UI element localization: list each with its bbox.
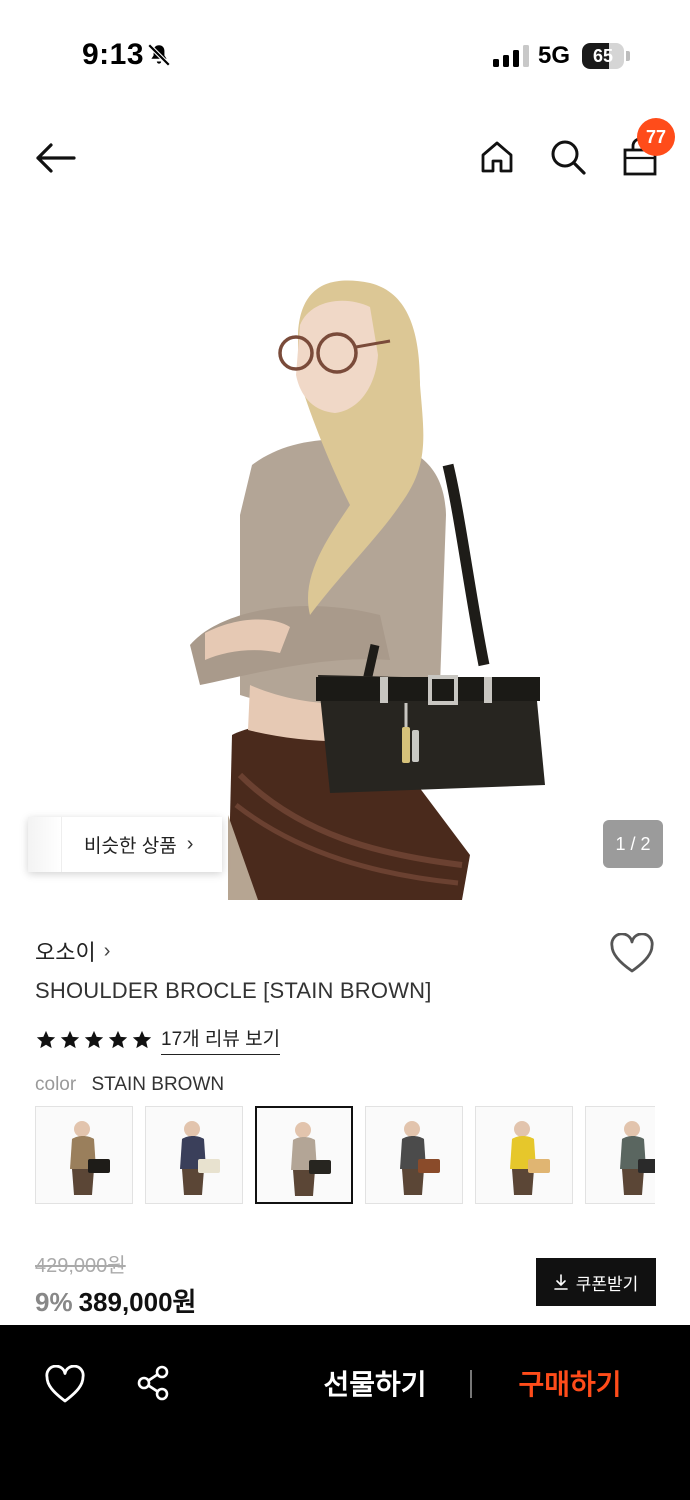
search-icon [551, 140, 586, 175]
product-image[interactable] [0, 215, 690, 900]
color-swatches [35, 1106, 655, 1204]
search-button[interactable] [545, 134, 591, 180]
battery-level: 65 [592, 46, 614, 66]
swatch-thumbnail [180, 1121, 220, 1195]
brand-link[interactable]: 오소이 › [35, 935, 110, 967]
final-price: 389,000원 [78, 1287, 197, 1317]
share-icon [137, 1365, 169, 1401]
top-nav [0, 110, 690, 210]
star-icon [84, 1030, 104, 1048]
similar-products-label: 비슷한 상품 [84, 836, 177, 857]
product-title: SHOULDER BROCLE [STAIN BROWN] [35, 978, 432, 1003]
color-swatch[interactable] [585, 1106, 655, 1204]
product-photo [190, 280, 545, 900]
divider [470, 1370, 472, 1398]
cart-count-badge: 77 [637, 118, 675, 156]
gift-button[interactable]: 선물하기 [305, 1361, 445, 1409]
color-swatch[interactable] [475, 1106, 573, 1204]
heart-icon [45, 1364, 85, 1403]
like-button[interactable] [44, 1364, 86, 1405]
discount-rate: 9% [35, 1287, 73, 1317]
image-page-indicator: 1 / 2 [603, 820, 663, 868]
share-button[interactable] [134, 1363, 174, 1403]
home-button[interactable] [474, 134, 520, 180]
color-swatch[interactable] [35, 1106, 133, 1204]
back-button[interactable] [28, 135, 82, 181]
color-swatch[interactable] [145, 1106, 243, 1204]
brand-name: 오소이 [35, 940, 96, 965]
star-icon [36, 1030, 56, 1048]
swatch-thumbnail [510, 1121, 550, 1195]
color-value: STAIN BROWN [91, 1074, 225, 1095]
heart-icon [610, 932, 654, 973]
similar-products-thumb [28, 817, 62, 872]
price-row: 9% 389,000원 [35, 1282, 196, 1319]
coupon-button[interactable]: 쿠폰받기 [536, 1258, 656, 1306]
star-icon [132, 1030, 152, 1048]
back-arrow-icon [36, 143, 76, 173]
review-link[interactable]: 17개 리뷰 보기 [161, 1024, 281, 1055]
swatch-thumbnail [70, 1121, 110, 1195]
buy-button[interactable]: 구매하기 [500, 1361, 640, 1409]
rating-row: 17개 리뷰 보기 [35, 1024, 281, 1055]
original-price: 429,000원 [35, 1255, 126, 1277]
swatch-thumbnail [400, 1121, 440, 1195]
swatch-thumbnail [291, 1122, 331, 1196]
color-label: color [35, 1074, 77, 1095]
download-icon [553, 1274, 568, 1290]
status-bar: 9:13 5G 65 [0, 0, 690, 110]
swatch-thumbnail [620, 1121, 655, 1195]
chevron-right-icon: › [103, 939, 111, 962]
color-swatch[interactable] [255, 1106, 353, 1204]
star-icon [60, 1030, 80, 1048]
color-swatch[interactable] [365, 1106, 463, 1204]
bell-slash-icon [147, 43, 171, 67]
bottom-action-bar: 선물하기 구매하기 [0, 1325, 690, 1500]
color-row: color STAIN BROWN [35, 1074, 224, 1096]
wishlist-button[interactable] [609, 932, 655, 975]
signal-icon [493, 45, 529, 67]
home-icon [481, 141, 513, 173]
rating-stars [35, 1029, 153, 1051]
status-time: 9:13 [82, 38, 145, 71]
battery-icon: 65 [582, 43, 630, 69]
chevron-right-icon: › [186, 833, 194, 855]
star-icon [108, 1030, 128, 1048]
coupon-label: 쿠폰받기 [575, 1274, 639, 1294]
network-label: 5G [538, 42, 571, 69]
